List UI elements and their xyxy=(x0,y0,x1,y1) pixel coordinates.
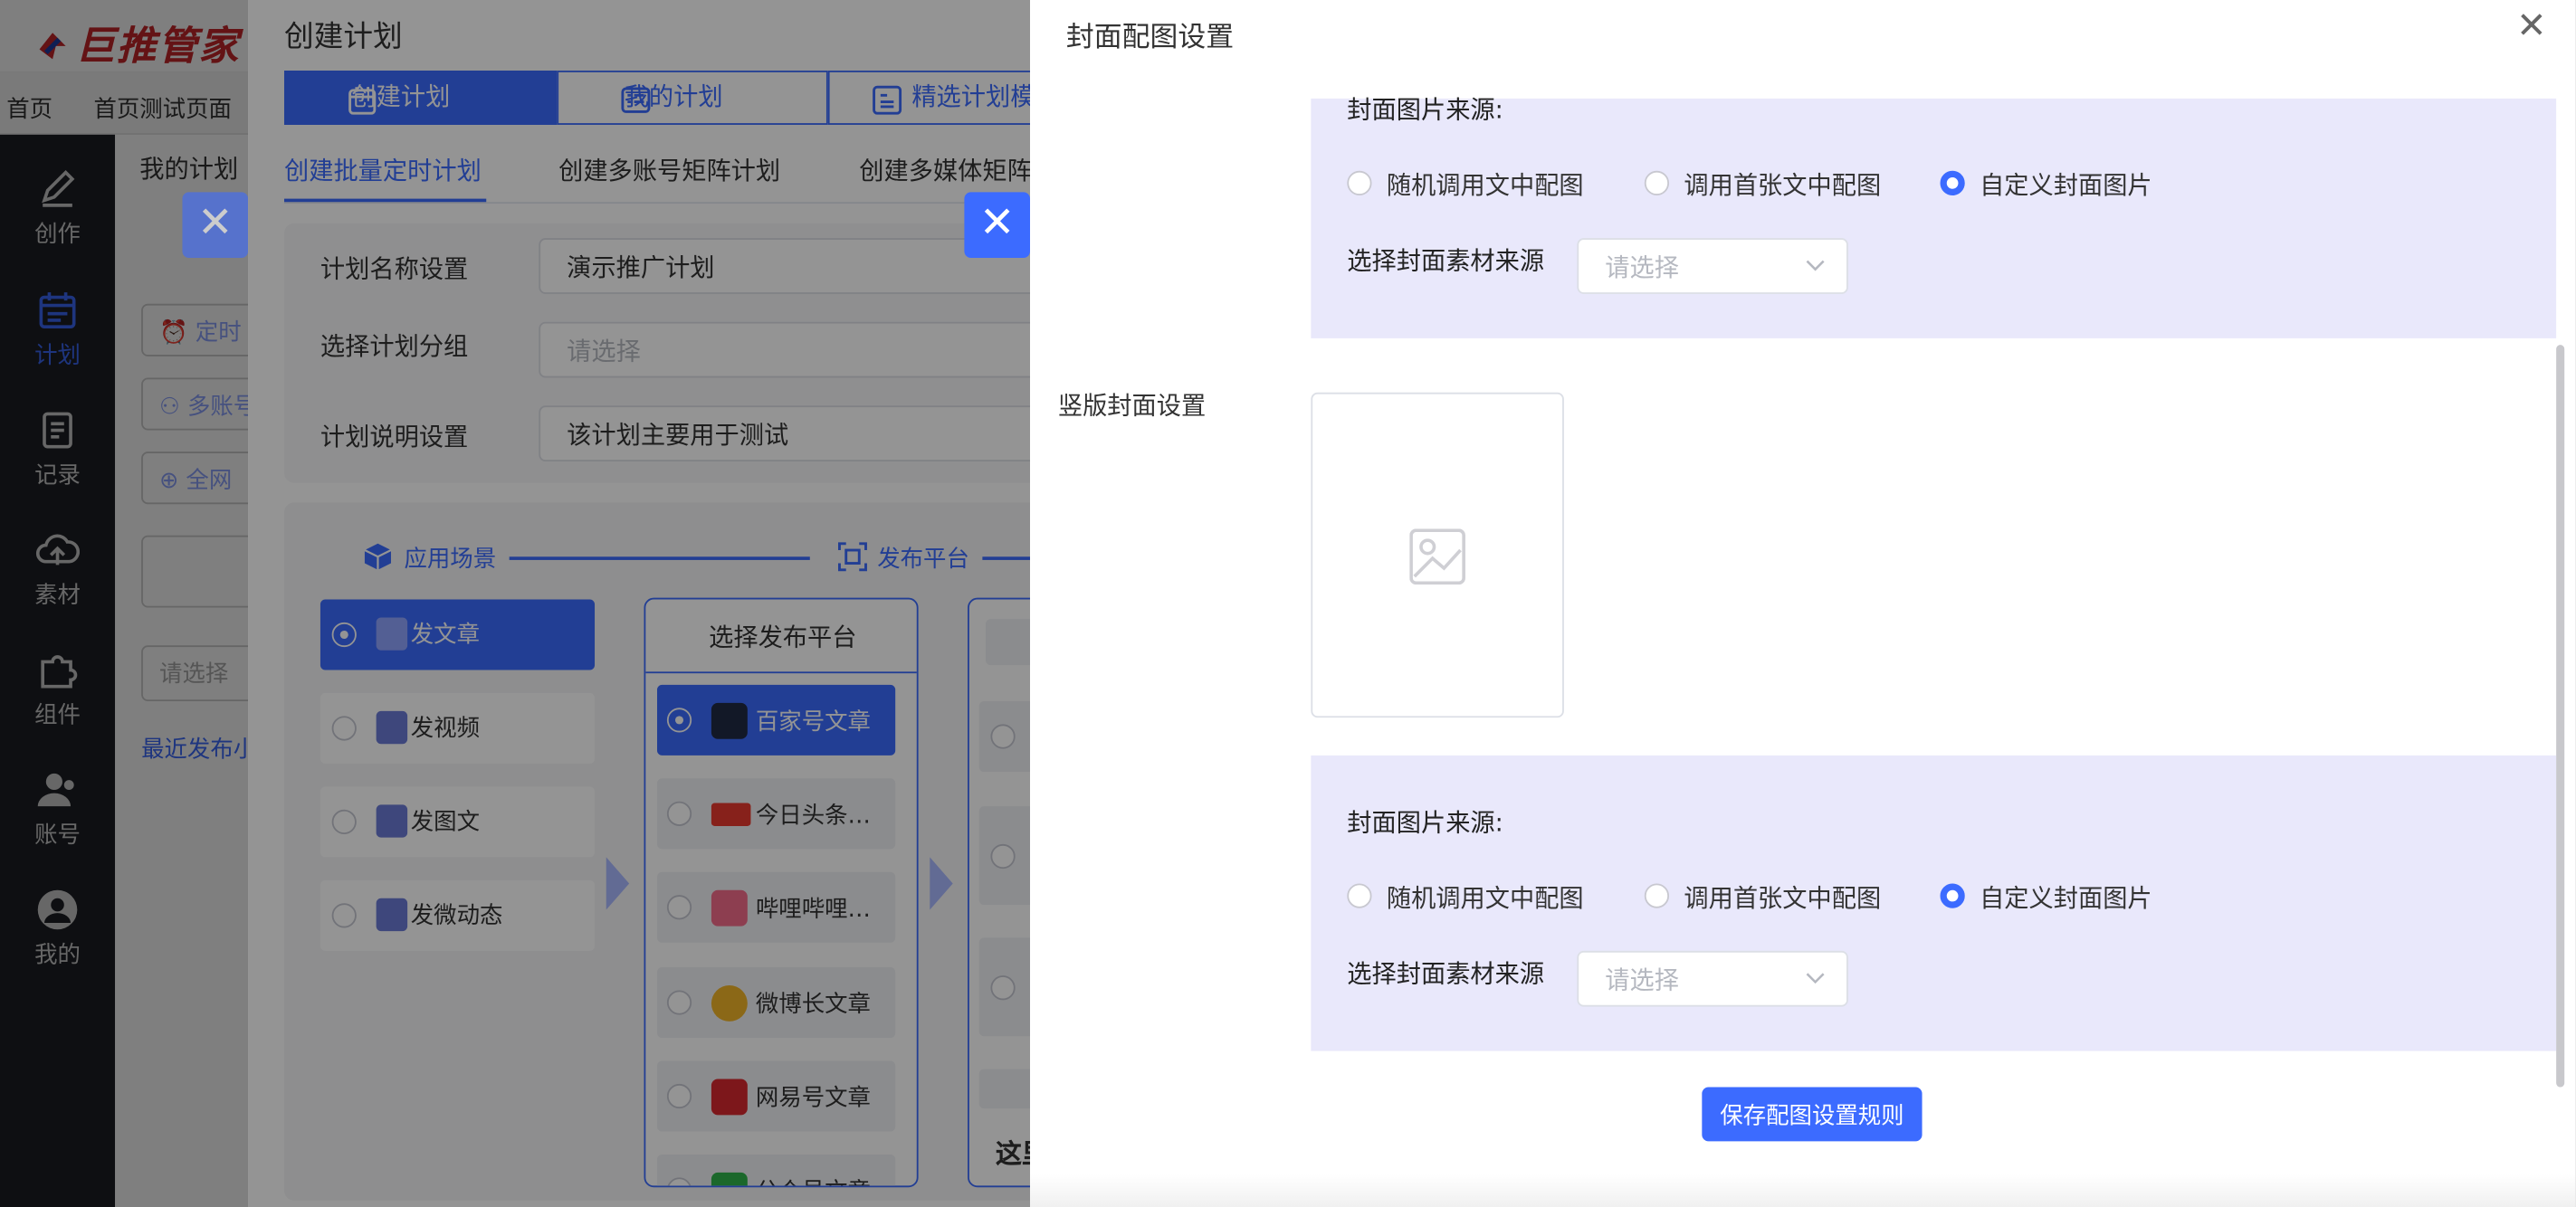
close-plan-modal-button[interactable]: ✕ xyxy=(964,192,1031,258)
save-cover-rules-button[interactable]: 保存配图设置规则 xyxy=(1702,1087,1922,1142)
image-placeholder-icon xyxy=(1409,528,1465,585)
close-icon: ✕ xyxy=(978,198,1016,249)
option-random-inline-image[interactable]: 随机调用文中配图 xyxy=(1347,167,1584,202)
modal-dim-overlay xyxy=(248,0,1031,1207)
option-custom-cover[interactable]: 自定义封面图片 xyxy=(1940,880,2152,915)
option-label: 随机调用文中配图 xyxy=(1386,883,1584,914)
select-placeholder: 请选择 xyxy=(1605,965,1679,995)
chevron-down-icon xyxy=(1806,973,1825,984)
drawer-bottom-shadow xyxy=(1030,1174,2576,1207)
option-custom-cover[interactable]: 自定义封面图片 xyxy=(1940,167,2152,202)
close-icon: ✕ xyxy=(2516,6,2547,48)
material-source-label: 选择封面素材来源 xyxy=(1347,246,1545,276)
bg-close-button[interactable]: ✕ xyxy=(182,192,249,258)
vertical-cover-block: 封面图片来源: 随机调用文中配图 调用首张文中配图 自定义封面图片 选择封面素材… xyxy=(1311,755,2557,1051)
drawer-close-button[interactable]: ✕ xyxy=(2510,9,2552,46)
option-first-inline-image[interactable]: 调用首张文中配图 xyxy=(1644,167,1882,202)
radio-button[interactable] xyxy=(1940,170,1965,195)
select-placeholder: 请选择 xyxy=(1605,252,1679,283)
radio-button[interactable] xyxy=(1347,170,1372,195)
option-label: 随机调用文中配图 xyxy=(1386,170,1584,201)
vertical-cover-label: 竖版封面设置 xyxy=(1057,390,1207,421)
radio-button[interactable] xyxy=(1644,883,1670,908)
horizontal-cover-block: 封面图片来源: 随机调用文中配图 调用首张文中配图 自定义封面图片 选择封面素材… xyxy=(1311,95,2557,338)
cover-settings-drawer: 封面配图设置 ✕ 封面图片来源: 随机调用文中配图 调用首张文中配图 自定义封面… xyxy=(1030,0,2576,1207)
radio-button[interactable] xyxy=(1347,883,1372,908)
material-source-label: 选择封面素材来源 xyxy=(1347,958,1545,989)
option-label: 自定义封面图片 xyxy=(1980,170,2152,201)
cover-source-title: 封面图片来源: xyxy=(1347,807,1503,838)
radio-button[interactable] xyxy=(1644,170,1670,195)
cover-source-title: 封面图片来源: xyxy=(1347,95,1503,125)
option-label: 调用首张文中配图 xyxy=(1684,170,1882,201)
option-first-inline-image[interactable]: 调用首张文中配图 xyxy=(1644,880,1882,915)
option-label: 调用首张文中配图 xyxy=(1684,883,1882,914)
chevron-down-icon xyxy=(1806,260,1825,271)
material-source-select[interactable]: 请选择 xyxy=(1577,238,1848,294)
scrollbar[interactable] xyxy=(2556,345,2565,1088)
option-label: 自定义封面图片 xyxy=(1980,883,2152,914)
close-icon: ✕ xyxy=(196,198,234,249)
vertical-cover-upload[interactable] xyxy=(1311,392,1564,718)
option-random-inline-image[interactable]: 随机调用文中配图 xyxy=(1347,880,1584,915)
drawer-title: 封面配图设置 xyxy=(1065,21,1235,54)
material-source-select[interactable]: 请选择 xyxy=(1577,950,1848,1007)
radio-button[interactable] xyxy=(1940,883,1965,908)
